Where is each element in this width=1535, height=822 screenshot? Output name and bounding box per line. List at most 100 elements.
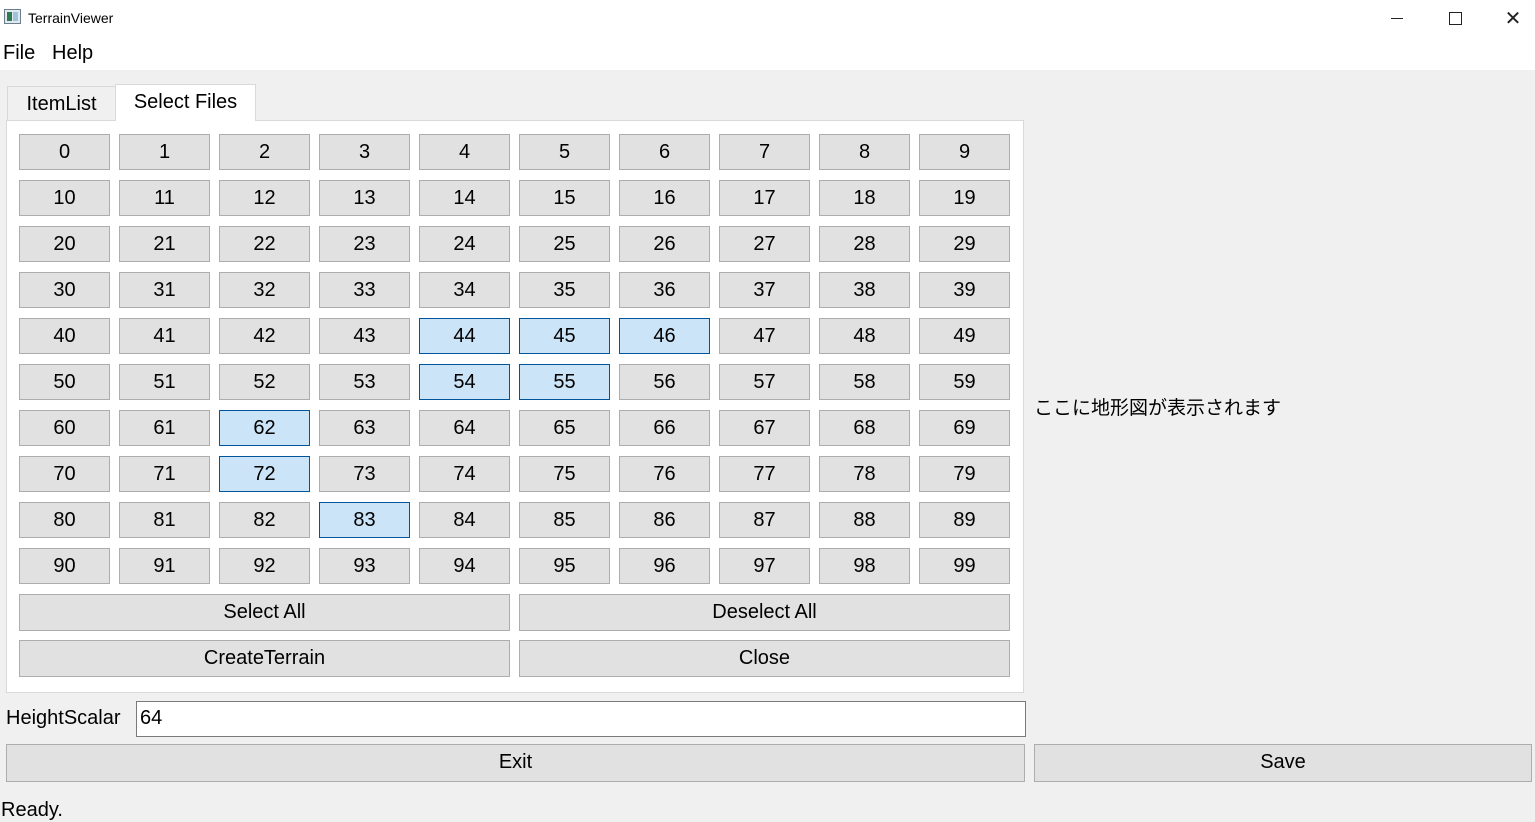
exit-button[interactable]: Exit <box>6 744 1025 782</box>
file-toggle-6[interactable]: 6 <box>619 134 710 170</box>
file-toggle-72[interactable]: 72 <box>219 456 310 492</box>
file-toggle-9[interactable]: 9 <box>919 134 1010 170</box>
file-toggle-82[interactable]: 82 <box>219 502 310 538</box>
file-toggle-8[interactable]: 8 <box>819 134 910 170</box>
file-toggle-77[interactable]: 77 <box>719 456 810 492</box>
file-toggle-83[interactable]: 83 <box>319 502 410 538</box>
maximize-button[interactable] <box>1426 0 1484 36</box>
file-toggle-87[interactable]: 87 <box>719 502 810 538</box>
file-toggle-99[interactable]: 99 <box>919 548 1010 584</box>
file-toggle-81[interactable]: 81 <box>119 502 210 538</box>
file-toggle-68[interactable]: 68 <box>819 410 910 446</box>
file-toggle-16[interactable]: 16 <box>619 180 710 216</box>
file-toggle-33[interactable]: 33 <box>319 272 410 308</box>
file-toggle-60[interactable]: 60 <box>19 410 110 446</box>
file-toggle-61[interactable]: 61 <box>119 410 210 446</box>
file-toggle-21[interactable]: 21 <box>119 226 210 262</box>
save-button[interactable]: Save <box>1034 744 1532 782</box>
file-toggle-86[interactable]: 86 <box>619 502 710 538</box>
tab-itemlist[interactable]: ItemList <box>7 86 116 121</box>
file-toggle-80[interactable]: 80 <box>19 502 110 538</box>
file-toggle-23[interactable]: 23 <box>319 226 410 262</box>
minimize-button[interactable] <box>1368 0 1426 36</box>
file-toggle-15[interactable]: 15 <box>519 180 610 216</box>
file-toggle-25[interactable]: 25 <box>519 226 610 262</box>
file-toggle-98[interactable]: 98 <box>819 548 910 584</box>
file-toggle-0[interactable]: 0 <box>19 134 110 170</box>
file-toggle-41[interactable]: 41 <box>119 318 210 354</box>
file-toggle-2[interactable]: 2 <box>219 134 310 170</box>
file-toggle-11[interactable]: 11 <box>119 180 210 216</box>
file-toggle-7[interactable]: 7 <box>719 134 810 170</box>
file-toggle-70[interactable]: 70 <box>19 456 110 492</box>
file-toggle-5[interactable]: 5 <box>519 134 610 170</box>
file-toggle-20[interactable]: 20 <box>19 226 110 262</box>
file-toggle-12[interactable]: 12 <box>219 180 310 216</box>
file-toggle-69[interactable]: 69 <box>919 410 1010 446</box>
file-toggle-13[interactable]: 13 <box>319 180 410 216</box>
file-toggle-71[interactable]: 71 <box>119 456 210 492</box>
file-toggle-3[interactable]: 3 <box>319 134 410 170</box>
menu-file[interactable]: File <box>2 41 36 65</box>
file-toggle-42[interactable]: 42 <box>219 318 310 354</box>
file-toggle-44[interactable]: 44 <box>419 318 510 354</box>
file-toggle-95[interactable]: 95 <box>519 548 610 584</box>
file-toggle-84[interactable]: 84 <box>419 502 510 538</box>
file-toggle-89[interactable]: 89 <box>919 502 1010 538</box>
file-toggle-97[interactable]: 97 <box>719 548 810 584</box>
file-toggle-29[interactable]: 29 <box>919 226 1010 262</box>
file-toggle-74[interactable]: 74 <box>419 456 510 492</box>
file-toggle-92[interactable]: 92 <box>219 548 310 584</box>
create-terrain-button[interactable]: CreateTerrain <box>19 640 510 677</box>
file-toggle-26[interactable]: 26 <box>619 226 710 262</box>
file-toggle-78[interactable]: 78 <box>819 456 910 492</box>
file-toggle-4[interactable]: 4 <box>419 134 510 170</box>
file-toggle-18[interactable]: 18 <box>819 180 910 216</box>
file-toggle-30[interactable]: 30 <box>19 272 110 308</box>
file-toggle-88[interactable]: 88 <box>819 502 910 538</box>
file-toggle-51[interactable]: 51 <box>119 364 210 400</box>
file-toggle-94[interactable]: 94 <box>419 548 510 584</box>
file-toggle-38[interactable]: 38 <box>819 272 910 308</box>
file-toggle-1[interactable]: 1 <box>119 134 210 170</box>
file-toggle-45[interactable]: 45 <box>519 318 610 354</box>
file-toggle-54[interactable]: 54 <box>419 364 510 400</box>
file-toggle-43[interactable]: 43 <box>319 318 410 354</box>
file-toggle-34[interactable]: 34 <box>419 272 510 308</box>
file-toggle-59[interactable]: 59 <box>919 364 1010 400</box>
file-toggle-96[interactable]: 96 <box>619 548 710 584</box>
file-toggle-66[interactable]: 66 <box>619 410 710 446</box>
file-toggle-24[interactable]: 24 <box>419 226 510 262</box>
select-all-button[interactable]: Select All <box>19 594 510 631</box>
file-toggle-50[interactable]: 50 <box>19 364 110 400</box>
file-toggle-35[interactable]: 35 <box>519 272 610 308</box>
file-toggle-56[interactable]: 56 <box>619 364 710 400</box>
height-scalar-input[interactable]: 64 <box>136 701 1026 737</box>
file-toggle-52[interactable]: 52 <box>219 364 310 400</box>
file-toggle-10[interactable]: 10 <box>19 180 110 216</box>
file-toggle-75[interactable]: 75 <box>519 456 610 492</box>
file-toggle-32[interactable]: 32 <box>219 272 310 308</box>
file-toggle-76[interactable]: 76 <box>619 456 710 492</box>
file-toggle-90[interactable]: 90 <box>19 548 110 584</box>
file-toggle-58[interactable]: 58 <box>819 364 910 400</box>
file-toggle-47[interactable]: 47 <box>719 318 810 354</box>
file-toggle-57[interactable]: 57 <box>719 364 810 400</box>
file-toggle-62[interactable]: 62 <box>219 410 310 446</box>
close-window-button[interactable]: ✕ <box>1484 0 1535 36</box>
close-button[interactable]: Close <box>519 640 1010 677</box>
file-toggle-48[interactable]: 48 <box>819 318 910 354</box>
file-toggle-67[interactable]: 67 <box>719 410 810 446</box>
file-toggle-93[interactable]: 93 <box>319 548 410 584</box>
file-toggle-55[interactable]: 55 <box>519 364 610 400</box>
file-toggle-49[interactable]: 49 <box>919 318 1010 354</box>
file-toggle-22[interactable]: 22 <box>219 226 310 262</box>
file-toggle-36[interactable]: 36 <box>619 272 710 308</box>
tab-select-files[interactable]: Select Files <box>115 84 256 121</box>
file-toggle-79[interactable]: 79 <box>919 456 1010 492</box>
file-toggle-37[interactable]: 37 <box>719 272 810 308</box>
file-toggle-31[interactable]: 31 <box>119 272 210 308</box>
file-toggle-39[interactable]: 39 <box>919 272 1010 308</box>
menu-help[interactable]: Help <box>51 41 94 65</box>
file-toggle-65[interactable]: 65 <box>519 410 610 446</box>
